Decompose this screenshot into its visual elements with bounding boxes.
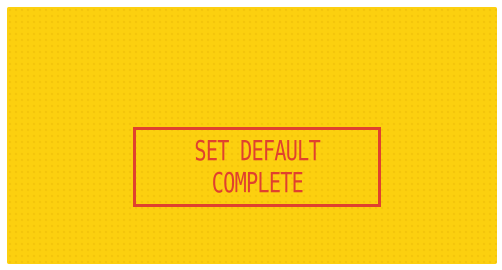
status-message-line-2: COMPLETE: [211, 166, 303, 199]
display-screen: SET DEFAULT COMPLETE: [7, 7, 497, 264]
status-message-line-1: SET DEFAULT: [194, 134, 320, 167]
status-message-box: SET DEFAULT COMPLETE: [133, 127, 381, 207]
